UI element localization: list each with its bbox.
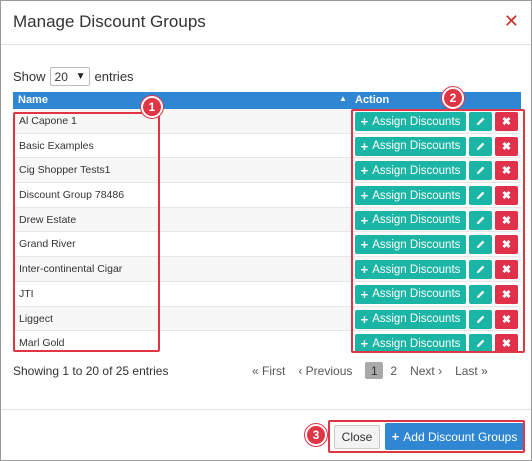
pagination-last[interactable]: Last »	[455, 364, 488, 378]
chevron-down-icon: ▼	[75, 71, 86, 82]
pagination-page-1[interactable]: 1	[365, 362, 384, 379]
table-info: Showing 1 to 20 of 25 entries	[13, 364, 169, 378]
pagination-first[interactable]: « First	[252, 364, 285, 378]
footer-divider	[1, 409, 531, 410]
sort-ascending-icon[interactable]: ▲	[339, 94, 347, 103]
pagination-next[interactable]: Next ›	[410, 364, 442, 378]
annotation-badge-2: 2	[442, 87, 464, 109]
entries-length-control: Show 20 ▼ entries	[13, 67, 134, 86]
entries-label: entries	[94, 69, 134, 84]
column-header-action: Action	[355, 94, 390, 106]
entries-select-value: 20	[54, 69, 68, 84]
dialog-title: Manage Discount Groups	[13, 12, 206, 31]
close-icon[interactable]: ✕	[504, 11, 519, 31]
pagination-page-2[interactable]: 2	[390, 364, 397, 378]
manage-discount-groups-dialog: Manage Discount Groups ✕ Show 20 ▼ entri…	[0, 0, 532, 461]
dialog-header: Manage Discount Groups ✕	[1, 1, 531, 45]
highlight-box-names	[13, 112, 160, 352]
annotation-badge-1: 1	[141, 96, 163, 118]
show-label: Show	[13, 69, 46, 84]
highlight-box-footer-buttons	[328, 420, 525, 453]
highlight-box-actions	[351, 109, 525, 353]
column-header-name[interactable]: Name	[18, 94, 48, 106]
annotation-badge-3: 3	[305, 424, 327, 446]
pagination: « First ‹ Previous 1 2 Next › Last »	[252, 362, 488, 379]
entries-select[interactable]: 20 ▼	[49, 67, 90, 86]
pagination-previous[interactable]: ‹ Previous	[298, 364, 352, 378]
